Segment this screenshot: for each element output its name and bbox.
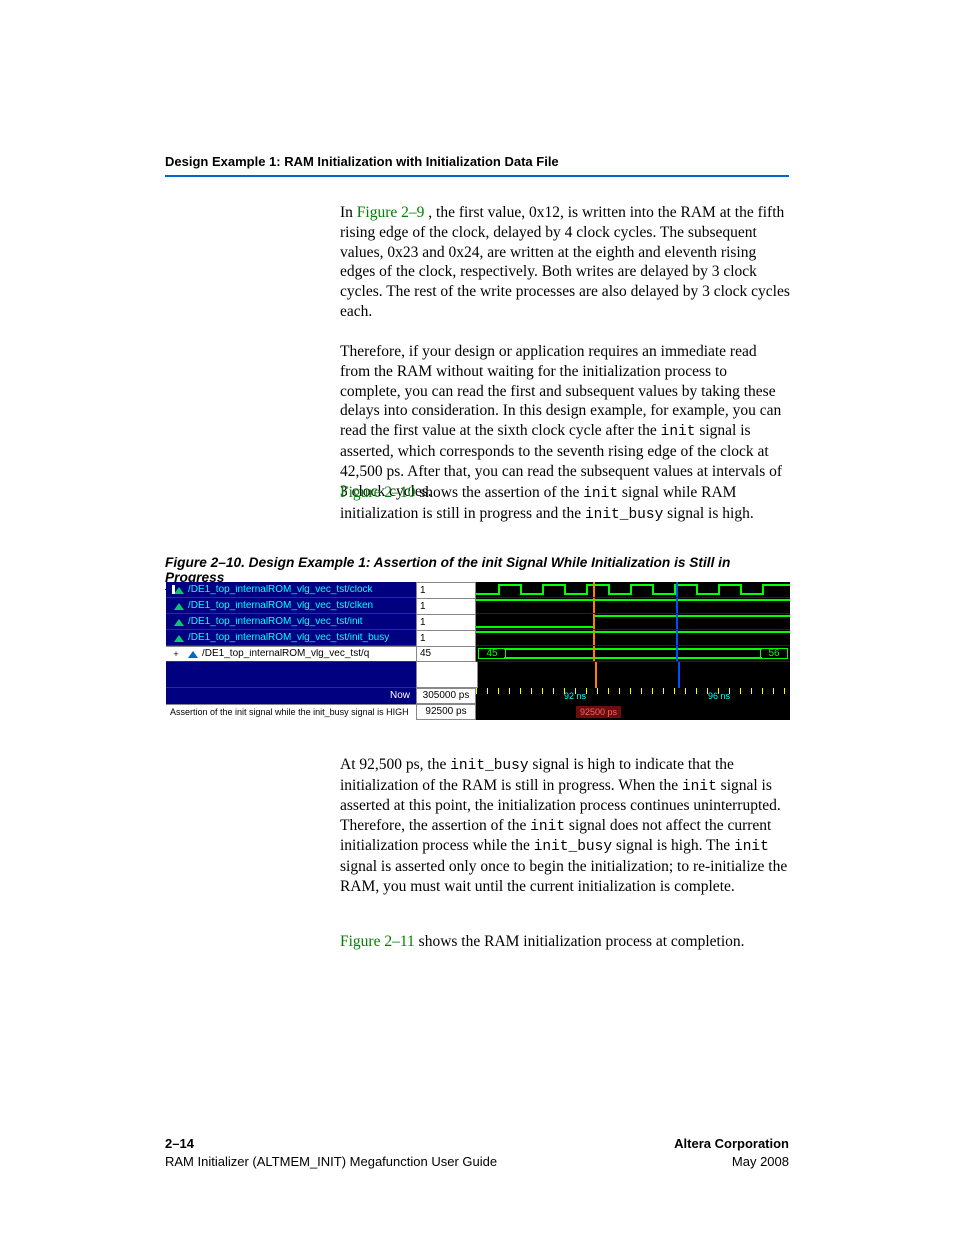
code-init-busy: init_busy bbox=[585, 507, 663, 523]
cursor-label: Assertion of the init signal while the i… bbox=[166, 704, 416, 720]
signal-name-cell: /DE1_top_internalROM_vlg_vec_tst/clock bbox=[166, 582, 416, 598]
ruler-tick-label: 96 ns bbox=[708, 692, 730, 701]
doc-title: RAM Initializer (ALTMEM_INIT) Megafuncti… bbox=[165, 1154, 497, 1169]
text: In bbox=[340, 204, 357, 221]
expand-icon[interactable]: + bbox=[170, 649, 182, 659]
waveform-area bbox=[476, 598, 790, 614]
ruler-tick-label: 92 ns bbox=[564, 692, 586, 701]
signal-value-cell: 1 bbox=[416, 614, 476, 630]
page-number: 2–14 bbox=[165, 1136, 194, 1151]
link-figure-2-10[interactable]: Figure 2–10 bbox=[340, 484, 415, 501]
cursor-pill: 92500 ps bbox=[576, 706, 621, 718]
text: , the first value, 0x12, is written into… bbox=[340, 204, 790, 320]
text: signal is high. The bbox=[612, 837, 734, 854]
paragraph-2: Therefore, if your design or application… bbox=[340, 342, 790, 501]
signal-name-cell: /DE1_top_internalROM_vlg_vec_tst/init_bu… bbox=[166, 630, 416, 646]
wave-icon bbox=[172, 617, 184, 627]
text: signal is asserted only once to begin th… bbox=[340, 858, 787, 895]
code-init: init bbox=[530, 819, 565, 835]
signal-name: /DE1_top_internalROM_vlg_vec_tst/clock bbox=[188, 585, 373, 595]
paragraph-5: Figure 2–11 shows the RAM initialization… bbox=[340, 932, 790, 952]
signal-row-q: + /DE1_top_internalROM_vlg_vec_tst/q 45 … bbox=[166, 646, 790, 662]
text: shows the assertion of the bbox=[415, 484, 583, 501]
signal-name: /DE1_top_internalROM_vlg_vec_tst/clken bbox=[188, 601, 373, 611]
signal-name-cell: + /DE1_top_internalROM_vlg_vec_tst/q bbox=[166, 646, 416, 662]
pub-date: May 2008 bbox=[732, 1154, 789, 1169]
signal-name: /DE1_top_internalROM_vlg_vec_tst/q bbox=[202, 649, 369, 659]
now-row: Now 305000 ps 92 ns 96 ns bbox=[166, 688, 790, 704]
waveform-area bbox=[476, 630, 790, 646]
text: At 92,500 ps, the bbox=[340, 756, 450, 773]
code-init: init bbox=[682, 779, 717, 795]
signal-name: /DE1_top_internalROM_vlg_vec_tst/init bbox=[188, 617, 363, 627]
cursor-track: 92500 ps bbox=[476, 704, 790, 720]
wave-icon bbox=[186, 649, 198, 659]
paragraph-1: In Figure 2–9 , the first value, 0x12, i… bbox=[340, 203, 790, 322]
wave-icon bbox=[172, 585, 184, 595]
link-figure-2-9[interactable]: Figure 2–9 bbox=[357, 204, 425, 221]
cursor-value: 92500 ps bbox=[416, 704, 476, 720]
time-ruler: 92 ns 96 ns bbox=[476, 688, 790, 704]
signal-value-cell: 45 bbox=[416, 646, 476, 662]
text: shows the RAM initialization process at … bbox=[415, 933, 745, 950]
now-label: Now bbox=[166, 688, 416, 704]
link-figure-2-11[interactable]: Figure 2–11 bbox=[340, 933, 415, 950]
waveform-area: 45 56 bbox=[476, 646, 790, 662]
bus-value: 56 bbox=[760, 648, 788, 659]
cursor-row: Assertion of the init signal while the i… bbox=[166, 704, 790, 720]
paragraph-4: At 92,500 ps, the init_busy signal is hi… bbox=[340, 755, 790, 897]
wave-icon bbox=[172, 601, 184, 611]
signal-row-clock: /DE1_top_internalROM_vlg_vec_tst/clock 1 bbox=[166, 582, 790, 598]
signal-name: /DE1_top_internalROM_vlg_vec_tst/init_bu… bbox=[188, 633, 389, 643]
header-rule bbox=[165, 175, 789, 177]
signal-value-cell: 1 bbox=[416, 598, 476, 614]
code-init: init bbox=[734, 839, 769, 855]
corp-name: Altera Corporation bbox=[674, 1136, 789, 1151]
signal-row-init-busy: /DE1_top_internalROM_vlg_vec_tst/init_bu… bbox=[166, 630, 790, 646]
signal-name-cell: /DE1_top_internalROM_vlg_vec_tst/init bbox=[166, 614, 416, 630]
figure-caption: Figure 2–10. Design Example 1: Assertion… bbox=[165, 555, 789, 585]
gap-row bbox=[166, 662, 790, 688]
signal-value-cell: 1 bbox=[416, 582, 476, 598]
now-value: 305000 ps bbox=[416, 688, 476, 704]
code-init-busy: init_busy bbox=[450, 758, 528, 774]
code-init: init bbox=[661, 424, 696, 440]
signal-row-init: /DE1_top_internalROM_vlg_vec_tst/init 1 bbox=[166, 614, 790, 630]
waveform-figure: /DE1_top_internalROM_vlg_vec_tst/clock 1 bbox=[166, 582, 790, 726]
waveform-area bbox=[476, 582, 790, 598]
signal-value-cell: 1 bbox=[416, 630, 476, 646]
bus-value: 45 bbox=[478, 648, 506, 659]
code-init-busy: init_busy bbox=[534, 839, 612, 855]
signal-name-cell: /DE1_top_internalROM_vlg_vec_tst/clken bbox=[166, 598, 416, 614]
wave-icon bbox=[172, 633, 184, 643]
waveform-area bbox=[476, 614, 790, 630]
paragraph-3: Figure 2–10 shows the assertion of the i… bbox=[340, 483, 790, 524]
text: signal is high. bbox=[663, 505, 753, 522]
signal-row-clken: /DE1_top_internalROM_vlg_vec_tst/clken 1 bbox=[166, 598, 790, 614]
section-title: Design Example 1: RAM Initialization wit… bbox=[165, 154, 789, 169]
page-header: Design Example 1: RAM Initialization wit… bbox=[165, 154, 789, 177]
page-footer: 2–14 RAM Initializer (ALTMEM_INIT) Megaf… bbox=[165, 1135, 789, 1170]
code-init: init bbox=[583, 486, 618, 502]
